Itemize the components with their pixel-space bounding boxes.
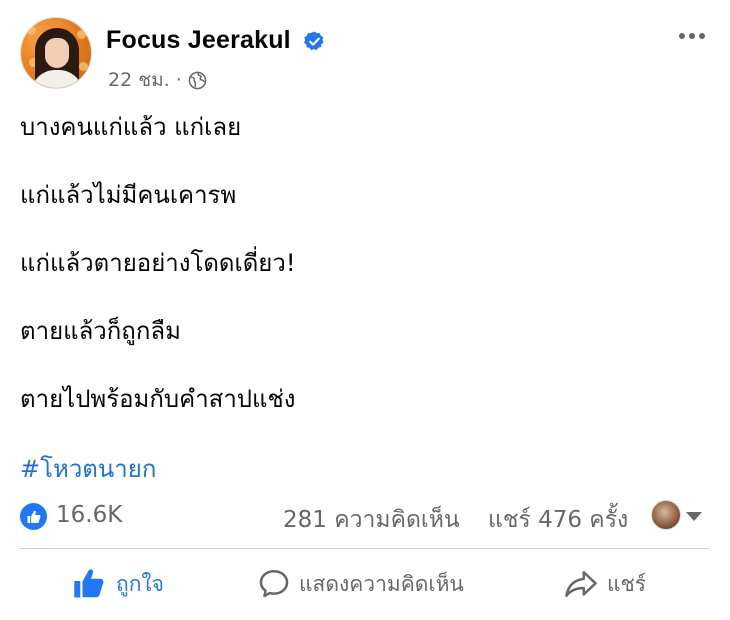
thumbs-up-icon (27, 510, 40, 523)
share-count[interactable]: แชร์ 476 ครั้ง (488, 502, 628, 538)
like-button[interactable]: ถูกใจ (72, 562, 164, 606)
post-text-line: ตายไปพร้อมกับคำสาปแช่ง (20, 385, 296, 413)
verified-badge-icon (304, 31, 324, 51)
post-meta: 22 ชม. · (108, 65, 207, 95)
comment-button[interactable]: แสดงความคิดเห็น (257, 562, 464, 606)
author-name[interactable]: Focus Jeerakul (106, 26, 291, 55)
more-dot-icon (679, 33, 685, 39)
meta-separator: · (175, 69, 182, 91)
more-dot-icon (699, 33, 705, 39)
chevron-down-icon[interactable] (686, 512, 702, 521)
share-arrow-icon (565, 570, 597, 598)
comment-button-label: แสดงความคิดเห็น (299, 571, 464, 596)
post-text-line: แก่แล้วตายอย่างโดดเดี่ยว! (20, 249, 296, 277)
viewer-avatar[interactable] (651, 500, 681, 530)
post-text-line: แก่แล้วไม่มีคนเคารพ (20, 181, 237, 209)
post-text-line: ตายแล้วก็ถูกลืม (20, 317, 181, 345)
like-button-label: ถูกใจ (116, 571, 164, 596)
post-text-line: บางคนแก่แล้ว แก่เลย (20, 113, 242, 141)
share-button-label: แชร์ (607, 571, 647, 596)
globe-icon (188, 71, 207, 89)
more-options-button[interactable] (676, 26, 708, 46)
comment-bubble-icon (259, 569, 289, 598)
more-dot-icon (689, 33, 695, 39)
facebook-post: Focus Jeerakul 22 ชม. · บางคนแก่แล้ว แก่… (0, 0, 730, 620)
author-avatar[interactable] (20, 17, 92, 89)
thumbs-up-icon (74, 569, 104, 598)
share-button[interactable]: แชร์ (563, 562, 646, 606)
comment-count[interactable]: 281 ความคิดเห็น (283, 502, 460, 538)
post-timestamp[interactable]: 22 ชม. (108, 65, 170, 95)
hashtag-link[interactable]: #โหวตนายก (20, 449, 156, 488)
like-count[interactable]: 16.6K (56, 502, 122, 528)
like-reaction-icon[interactable] (20, 503, 47, 530)
divider (20, 548, 710, 549)
